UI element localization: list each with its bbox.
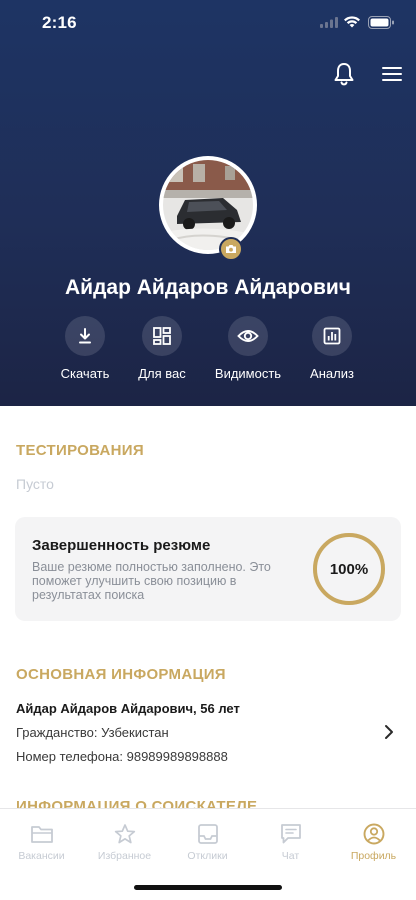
cellular-signal-icon <box>320 17 338 28</box>
tab-responses[interactable]: Отклики <box>166 821 249 862</box>
star-icon <box>83 821 166 847</box>
profile-name: Айдар Айдаров Айдарович <box>65 276 351 299</box>
home-indicator <box>134 885 282 890</box>
folder-icon <box>0 821 83 847</box>
status-bar: 2:16 <box>0 0 416 46</box>
testing-empty-text: Пусто <box>16 476 54 492</box>
chevron-right-icon[interactable] <box>382 724 396 740</box>
tab-chat-label: Чат <box>281 850 300 862</box>
completeness-title: Завершенность резюме <box>32 537 211 554</box>
tab-profile-label: Профиль <box>350 850 397 862</box>
tab-responses-label: Отклики <box>187 850 228 862</box>
for-you-button[interactable]: Для вас <box>117 316 207 381</box>
tab-favorites-label: Избранное <box>97 850 152 862</box>
analysis-button[interactable]: Анализ <box>287 316 377 381</box>
seeker-info-section-title: ИНФОРМАЦИЯ О СОИСКАТЕЛЕ <box>16 798 258 808</box>
profile-header: 2:16 Айдар Айдаров Айдарович Скачать Для… <box>0 0 416 406</box>
tab-vacancies-label: Вакансии <box>18 850 65 862</box>
for-you-label: Для вас <box>138 366 186 381</box>
info-phone: Номер телефона: 98989989898888 <box>16 749 228 764</box>
chat-icon <box>249 821 332 847</box>
grid-icon <box>142 316 182 356</box>
info-name-age: Айдар Айдаров Айдарович, 56 лет <box>16 701 240 716</box>
change-photo-camera-icon[interactable] <box>219 237 243 261</box>
download-icon <box>65 316 105 356</box>
completeness-description: Ваше резюме полностью заполнено. Это пом… <box>32 560 271 602</box>
visibility-button[interactable]: Видимость <box>203 316 293 381</box>
tab-vacancies[interactable]: Вакансии <box>0 821 83 862</box>
analysis-label: Анализ <box>310 366 354 381</box>
tab-profile[interactable]: Профиль <box>332 821 415 862</box>
testing-section-title: ТЕСТИРОВАНИЯ <box>16 442 144 459</box>
info-citizenship: Гражданство: Узбекистан <box>16 725 169 740</box>
profile-icon <box>332 821 415 847</box>
profile-actions: Скачать Для вас Видимость Анализ <box>0 316 416 386</box>
inbox-icon <box>166 821 249 847</box>
battery-icon <box>368 16 394 29</box>
avatar[interactable] <box>159 156 257 254</box>
tab-favorites[interactable]: Избранное <box>83 821 166 862</box>
avatar-photo <box>163 160 253 250</box>
menu-hamburger-icon[interactable] <box>378 60 406 88</box>
resume-completeness-card: Завершенность резюме Ваше резюме полност… <box>15 517 401 621</box>
visibility-label: Видимость <box>214 366 282 381</box>
profile-content[interactable]: ТЕСТИРОВАНИЯ Пусто Завершенность резюме … <box>0 406 416 808</box>
chart-icon <box>312 316 352 356</box>
eye-icon <box>228 316 268 356</box>
completeness-percent: 100% <box>329 560 369 578</box>
wifi-icon <box>344 16 360 28</box>
tab-chat[interactable]: Чат <box>249 821 332 862</box>
basic-info-section-title: ОСНОВНАЯ ИНФОРМАЦИЯ <box>16 666 226 683</box>
notifications-bell-icon[interactable] <box>330 60 358 88</box>
status-time: 2:16 <box>42 13 77 32</box>
